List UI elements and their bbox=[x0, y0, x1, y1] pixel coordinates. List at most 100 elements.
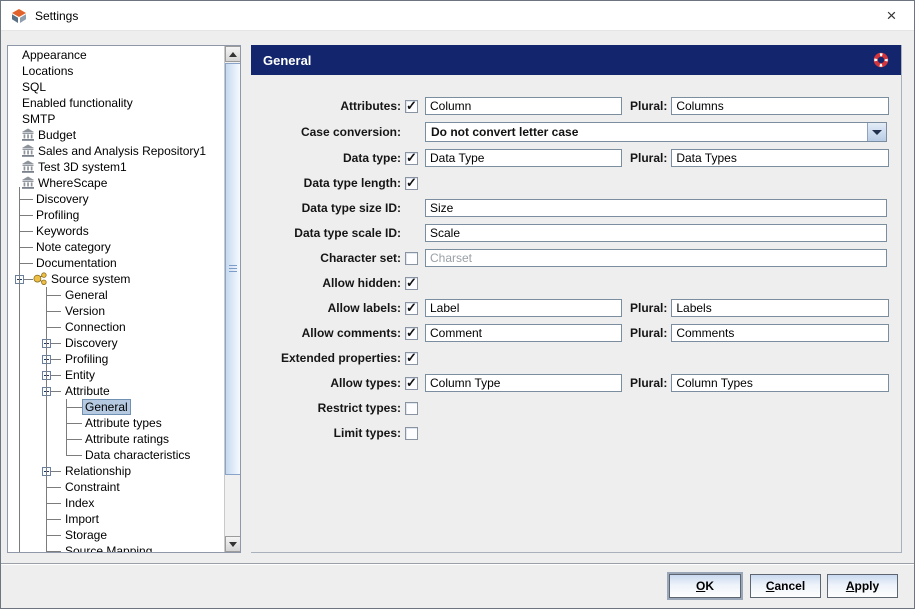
tree-item-storage[interactable]: Storage bbox=[8, 527, 240, 543]
tree-item-sales-and-analysis-repository1[interactable]: Sales and Analysis Repository1 bbox=[8, 143, 240, 159]
data-type-field[interactable] bbox=[425, 149, 622, 167]
case-conversion-select[interactable]: Do not convert letter case bbox=[425, 122, 887, 142]
tree-item-keywords[interactable]: Keywords bbox=[8, 223, 240, 239]
tree-item-relationship[interactable]: Relationship bbox=[8, 463, 240, 479]
checkbox-slot bbox=[401, 122, 425, 142]
field-label: Allow labels: bbox=[327, 301, 401, 315]
attributes-field[interactable] bbox=[425, 97, 622, 115]
character-set-field[interactable] bbox=[425, 249, 887, 267]
tree-item-source-mapping[interactable]: Source Mapping bbox=[8, 543, 240, 552]
panel-header: General bbox=[251, 45, 901, 75]
extended-properties-checkbox[interactable] bbox=[405, 350, 418, 366]
limit-types-checkbox[interactable] bbox=[405, 426, 418, 440]
allow-labels-checkbox[interactable] bbox=[405, 300, 418, 316]
scrollbar-thumb[interactable] bbox=[225, 63, 240, 475]
form-row-data-type: Data type: Plural: bbox=[251, 149, 901, 167]
repository-icon bbox=[22, 176, 34, 189]
tree-item-source-system[interactable]: Source system bbox=[8, 271, 240, 287]
tree-item-general[interactable]: General bbox=[8, 399, 240, 415]
allow-labels-plural-field[interactable] bbox=[671, 299, 890, 317]
plural-label: Plural: bbox=[630, 151, 668, 165]
allow-types-checkbox[interactable] bbox=[405, 375, 418, 391]
tree-item-documentation[interactable]: Documentation bbox=[8, 255, 240, 271]
allow-hidden-checkbox[interactable] bbox=[405, 275, 418, 291]
checkbox-slot bbox=[401, 349, 425, 367]
character-set-checkbox[interactable] bbox=[405, 251, 418, 265]
tree-item-test-3d-system1[interactable]: Test 3D system1 bbox=[8, 159, 240, 175]
tree-item-general[interactable]: General bbox=[8, 287, 240, 303]
attributes-plural-field[interactable] bbox=[671, 97, 890, 115]
tree-item-locations[interactable]: Locations bbox=[8, 63, 240, 79]
tree-connector-line bbox=[46, 287, 47, 552]
tree-connector bbox=[19, 263, 33, 264]
form-row-allow-types: Allow types: Plural: bbox=[251, 374, 901, 392]
allow-types-field[interactable] bbox=[425, 374, 622, 392]
allow-comments-field[interactable] bbox=[425, 324, 622, 342]
help-lifebuoy-icon[interactable] bbox=[873, 52, 889, 68]
tree-item-connection[interactable]: Connection bbox=[8, 319, 240, 335]
selected-option: Do not convert letter case bbox=[431, 125, 579, 139]
tree-connector bbox=[66, 439, 82, 440]
attributes-checkbox[interactable] bbox=[405, 98, 418, 114]
close-icon[interactable]: × bbox=[869, 1, 914, 30]
allow-comments-plural-field[interactable] bbox=[671, 324, 890, 342]
data-type-plural-field[interactable] bbox=[671, 149, 890, 167]
tree-connector bbox=[19, 231, 33, 232]
tree-item-entity[interactable]: Entity bbox=[8, 367, 240, 383]
tree-item-label: Budget bbox=[38, 128, 77, 142]
tree-item-discovery[interactable]: Discovery bbox=[8, 191, 240, 207]
tree-connector bbox=[46, 487, 61, 488]
tree-item-label: Keywords bbox=[36, 224, 89, 238]
data-type-scale-id-field[interactable] bbox=[425, 224, 887, 242]
field-label: Data type size ID: bbox=[301, 201, 401, 215]
restrict-types-checkbox[interactable] bbox=[405, 401, 418, 415]
form-row-limit-types: Limit types: bbox=[251, 424, 901, 442]
cancel-button[interactable]: Cancel bbox=[750, 574, 821, 598]
tree-item-data-characteristics[interactable]: Data characteristics bbox=[8, 447, 240, 463]
apply-button[interactable]: Apply bbox=[827, 574, 898, 598]
allow-comments-checkbox[interactable] bbox=[405, 325, 418, 341]
tree-item-label: Enabled functionality bbox=[22, 96, 133, 110]
ok-button[interactable]: OK bbox=[669, 574, 741, 598]
tree-connector bbox=[19, 215, 33, 216]
tree-scrollbar[interactable] bbox=[224, 46, 240, 552]
allow-labels-field[interactable] bbox=[425, 299, 622, 317]
tree-item-note-category[interactable]: Note category bbox=[8, 239, 240, 255]
tree-connector bbox=[46, 535, 61, 536]
tree-item-label: Profiling bbox=[65, 352, 109, 366]
app-logo-icon bbox=[12, 8, 26, 23]
tree-item-constraint[interactable]: Constraint bbox=[8, 479, 240, 495]
tree-item-attribute-ratings[interactable]: Attribute ratings bbox=[8, 431, 240, 447]
tree-item-wherescape[interactable]: WhereScape bbox=[8, 175, 240, 191]
settings-panel: General Attributes: Plural: Case conversio… bbox=[251, 45, 902, 553]
tree-item-version[interactable]: Version bbox=[8, 303, 240, 319]
tree-item-appearance[interactable]: Appearance bbox=[8, 47, 240, 63]
chevron-down-icon[interactable] bbox=[867, 123, 886, 141]
tree-item-label: Appearance bbox=[22, 48, 87, 62]
tree-item-attribute[interactable]: Attribute bbox=[8, 383, 240, 399]
tree-item-index[interactable]: Index bbox=[8, 495, 240, 511]
field-label: Case conversion: bbox=[300, 125, 401, 139]
tree-item-budget[interactable]: Budget bbox=[8, 127, 240, 143]
tree-item-smtp[interactable]: SMTP bbox=[8, 111, 240, 127]
tree-item-discovery[interactable]: Discovery bbox=[8, 335, 240, 351]
scroll-up-button[interactable] bbox=[225, 46, 240, 62]
tree-item-profiling[interactable]: Profiling bbox=[8, 207, 240, 223]
tree-item-sql[interactable]: SQL bbox=[8, 79, 240, 95]
tree-item-enabled-functionality[interactable]: Enabled functionality bbox=[8, 95, 240, 111]
tree-item-label: Source system bbox=[51, 272, 131, 286]
form-row-data-type-scale-id: Data type scale ID: bbox=[251, 224, 901, 242]
tree-item-label: General bbox=[82, 399, 131, 415]
tree-item-label: SQL bbox=[22, 80, 47, 94]
allow-types-plural-field[interactable] bbox=[671, 374, 890, 392]
data-type-size-id-field[interactable] bbox=[425, 199, 887, 217]
field-label: Data type scale ID: bbox=[294, 226, 401, 240]
tree-item-profiling[interactable]: Profiling bbox=[8, 351, 240, 367]
plural-label: Plural: bbox=[630, 301, 668, 315]
data-type-length-checkbox[interactable] bbox=[405, 175, 418, 191]
tree-item-attribute-types[interactable]: Attribute types bbox=[8, 415, 240, 431]
scroll-down-button[interactable] bbox=[225, 536, 240, 552]
tree-item-import[interactable]: Import bbox=[8, 511, 240, 527]
tree-item-label: Entity bbox=[65, 368, 96, 382]
data-type-checkbox[interactable] bbox=[405, 150, 418, 166]
